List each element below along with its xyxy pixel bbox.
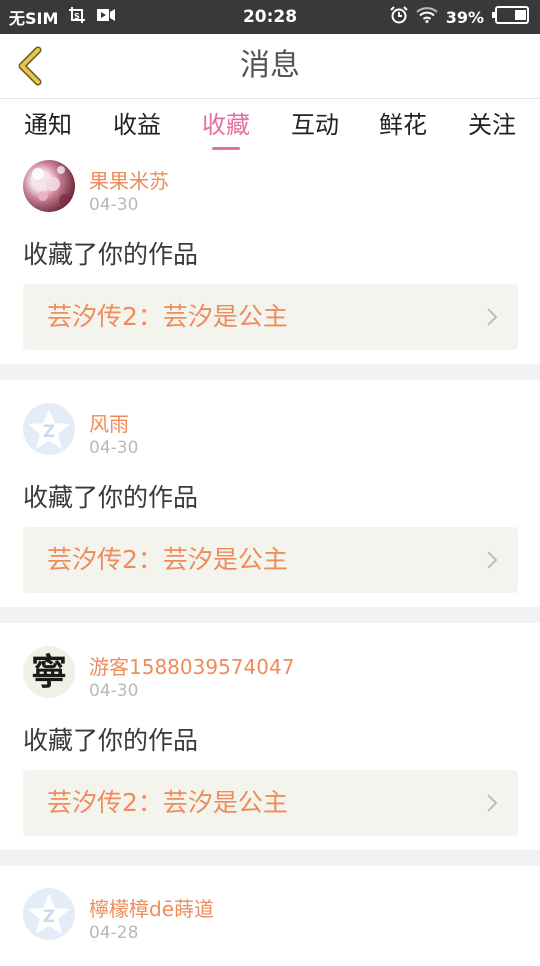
message-date: 04-30 xyxy=(89,195,139,215)
tab-label: 通知 xyxy=(24,111,72,139)
tab-label: 收益 xyxy=(113,111,161,139)
tab-label: 互动 xyxy=(291,111,339,139)
list-item: Z 檸檬樟dē蒔道 04-28 xyxy=(0,866,540,966)
battery-icon xyxy=(492,6,530,28)
message-list: 果果米苏 04-30 收藏了你的作品 芸汐传2：芸汐是公主 Z 风雨 04-30… xyxy=(0,155,540,966)
username[interactable]: 果果米苏 xyxy=(89,165,169,194)
message-tabs: 通知 收益 收藏 互动 鲜花 关注 xyxy=(0,99,540,155)
username[interactable]: 游客1588039574047 xyxy=(89,651,294,680)
tab-notifications[interactable]: 通知 xyxy=(8,99,88,155)
tab-favorites[interactable]: 收藏 xyxy=(186,99,266,155)
status-bar: 无SIM S 20:28 39% xyxy=(0,0,540,34)
tab-flowers[interactable]: 鲜花 xyxy=(363,99,443,155)
default-avatar-icon: Z xyxy=(28,409,70,449)
list-item: Z 风雨 04-30 收藏了你的作品 芸汐传2：芸汐是公主 xyxy=(0,380,540,607)
username[interactable]: 檸檬樟dē蒔道 xyxy=(89,893,214,922)
tab-label: 收藏 xyxy=(202,111,250,139)
list-item: 果果米苏 04-30 收藏了你的作品 芸汐传2：芸汐是公主 xyxy=(0,155,540,364)
message-text: 收藏了你的作品 xyxy=(23,240,199,269)
tab-label: 关注 xyxy=(468,111,516,139)
avatar-photo xyxy=(32,166,71,206)
message-date: 04-30 xyxy=(89,681,139,701)
svg-text:Z: Z xyxy=(43,422,55,442)
app-header: 消息 xyxy=(0,34,540,99)
work-title: 芸汐传2：芸汐是公主 xyxy=(47,788,288,817)
divider xyxy=(0,364,540,380)
work-link[interactable]: 芸汐传2：芸汐是公主 xyxy=(23,527,518,593)
message-date: 04-28 xyxy=(89,923,139,943)
work-title: 芸汐传2：芸汐是公主 xyxy=(47,545,288,574)
divider xyxy=(0,607,540,623)
wifi-icon xyxy=(416,7,438,27)
message-date: 04-30 xyxy=(89,438,139,458)
svg-text:Z: Z xyxy=(43,907,55,927)
work-link[interactable]: 芸汐传2：芸汐是公主 xyxy=(23,284,518,350)
message-text: 收藏了你的作品 xyxy=(23,726,199,755)
tab-earnings[interactable]: 收益 xyxy=(97,99,177,155)
active-tab-indicator xyxy=(212,147,240,150)
alarm-icon xyxy=(389,6,408,28)
chevron-right-icon xyxy=(487,794,498,812)
chevron-right-icon xyxy=(487,551,498,569)
avatar[interactable]: Z xyxy=(23,888,75,940)
avatar[interactable]: Z xyxy=(23,403,75,455)
work-link[interactable]: 芸汐传2：芸汐是公主 xyxy=(23,770,518,836)
avatar[interactable]: 寧 xyxy=(23,646,75,698)
battery-percent: 39% xyxy=(445,7,484,27)
divider xyxy=(0,850,540,866)
default-avatar-icon: Z xyxy=(28,894,70,934)
tab-label: 鲜花 xyxy=(379,111,427,139)
page-title: 消息 xyxy=(240,48,300,83)
chevron-right-icon xyxy=(487,308,498,326)
list-item: 寧 游客1588039574047 04-30 收藏了你的作品 芸汐传2：芸汐是… xyxy=(0,623,540,850)
username[interactable]: 风雨 xyxy=(89,408,129,437)
tab-follows[interactable]: 关注 xyxy=(452,99,532,155)
tab-interactions[interactable]: 互动 xyxy=(275,99,355,155)
work-title: 芸汐传2：芸汐是公主 xyxy=(47,302,288,331)
message-text: 收藏了你的作品 xyxy=(23,483,199,512)
avatar[interactable] xyxy=(23,160,75,212)
